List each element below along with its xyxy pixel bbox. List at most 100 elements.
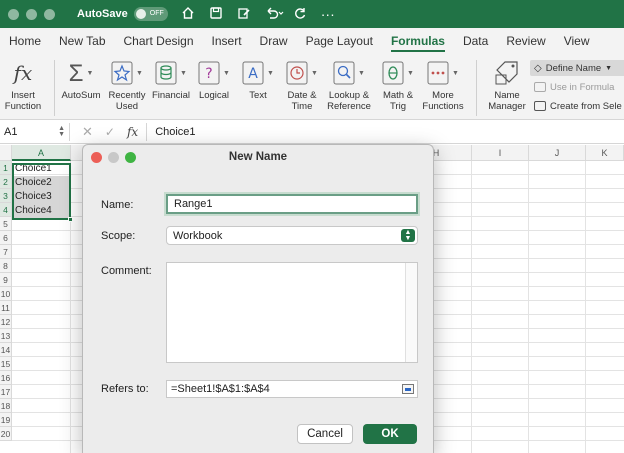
tab-review[interactable]: Review bbox=[497, 28, 554, 54]
insert-function-button[interactable]: fx Insert Function bbox=[2, 58, 44, 113]
tab-view[interactable]: View bbox=[555, 28, 599, 54]
row-header[interactable]: 13 bbox=[0, 329, 12, 343]
lookup-reference-line2: Reference bbox=[327, 101, 371, 112]
text-label: Text bbox=[249, 90, 267, 101]
save-icon[interactable] bbox=[208, 6, 224, 23]
more-icon[interactable]: ··· bbox=[320, 6, 336, 22]
create-from-selection-button[interactable]: Create from Sele bbox=[530, 98, 624, 114]
name-manager-button[interactable]: Name Manager bbox=[484, 58, 530, 112]
sigma-icon: Σ ▼ bbox=[68, 59, 94, 87]
tab-data[interactable]: Data bbox=[454, 28, 497, 54]
row-header[interactable]: 8 bbox=[0, 259, 12, 273]
tab-new-tab[interactable]: New Tab bbox=[50, 28, 114, 54]
row-header[interactable]: 2 bbox=[0, 175, 12, 189]
edit-icon[interactable] bbox=[236, 6, 252, 23]
math-trig-button[interactable]: ▼ Math & Trig bbox=[378, 58, 418, 112]
name-manager-line1: Name bbox=[494, 90, 520, 101]
name-input-value: Range1 bbox=[174, 198, 213, 210]
column-header[interactable]: I bbox=[472, 145, 529, 161]
row-header[interactable]: 9 bbox=[0, 273, 12, 287]
define-name-button[interactable]: ◇ Define Name ▼ bbox=[530, 60, 624, 76]
dialog-minimize-button[interactable] bbox=[108, 152, 119, 163]
undo-icon[interactable] bbox=[264, 6, 284, 23]
minimize-window-button[interactable] bbox=[26, 8, 37, 20]
refers-to-input[interactable]: =Sheet1!$A$1:$A$4 bbox=[166, 380, 418, 398]
scope-select[interactable]: Workbook ▲ ▼ bbox=[166, 226, 418, 245]
row-header[interactable]: 4 bbox=[0, 203, 12, 217]
fx-icon[interactable]: fx bbox=[127, 125, 138, 139]
recently-used-line2: Used bbox=[115, 101, 139, 112]
comment-textarea[interactable] bbox=[166, 262, 418, 363]
refers-to-value: =Sheet1!$A$1:$A$4 bbox=[171, 383, 270, 395]
row-header[interactable]: 19 bbox=[0, 413, 12, 427]
financial-icon: ▼ bbox=[155, 58, 187, 88]
more-functions-button[interactable]: ▼ More Functions bbox=[420, 58, 466, 112]
range-picker-icon[interactable] bbox=[402, 384, 414, 394]
column-gridline bbox=[585, 161, 586, 453]
theta-icon: ▼ bbox=[382, 58, 414, 88]
updown-arrow-icon: ▲ ▼ bbox=[58, 124, 65, 138]
row-header[interactable]: 6 bbox=[0, 231, 12, 245]
formula-input[interactable]: Choice1 bbox=[146, 122, 196, 141]
fill-handle[interactable] bbox=[68, 217, 73, 222]
name-input[interactable]: Range1 bbox=[166, 194, 418, 214]
row-header[interactable]: 12 bbox=[0, 315, 12, 329]
zoom-window-button[interactable] bbox=[44, 8, 55, 20]
column-header[interactable]: A bbox=[12, 145, 71, 161]
confirm-entry-icon[interactable]: ✓ bbox=[105, 125, 115, 139]
dialog-close-button[interactable] bbox=[91, 152, 102, 163]
row-header[interactable]: 1 bbox=[0, 161, 12, 175]
insert-function-line1: Insert bbox=[11, 90, 35, 101]
dialog-window-controls bbox=[91, 152, 136, 163]
tab-page-layout[interactable]: Page Layout bbox=[297, 28, 382, 54]
row-header[interactable]: 18 bbox=[0, 399, 12, 413]
date-time-line1: Date & bbox=[287, 90, 317, 101]
tab-formulas[interactable]: Formulas bbox=[382, 28, 454, 54]
use-in-formula-label: Use in Formula bbox=[550, 81, 615, 93]
column-header[interactable]: K bbox=[586, 145, 624, 161]
cancel-entry-icon[interactable]: ✕ bbox=[82, 124, 93, 140]
row-header[interactable]: 16 bbox=[0, 371, 12, 385]
select-all-corner[interactable] bbox=[0, 145, 12, 161]
dialog-zoom-button[interactable] bbox=[125, 152, 136, 163]
use-in-formula-button[interactable]: Use in Formula bbox=[530, 79, 624, 95]
redo-icon[interactable] bbox=[292, 6, 308, 23]
autosave-label: AutoSave bbox=[77, 8, 128, 20]
row-header[interactable]: 11 bbox=[0, 301, 12, 315]
row-header[interactable]: 7 bbox=[0, 245, 12, 259]
logical-button[interactable]: ? ▼ Logical bbox=[194, 58, 234, 101]
tab-home[interactable]: Home bbox=[0, 28, 50, 54]
home-icon[interactable] bbox=[180, 6, 196, 23]
row-header[interactable]: 15 bbox=[0, 357, 12, 371]
formulas-ribbon: fx Insert Function Σ ▼ AutoSum ▼ Recently… bbox=[0, 54, 624, 120]
row-header[interactable]: 3 bbox=[0, 189, 12, 203]
text-button[interactable]: A ▼ Text bbox=[240, 58, 276, 101]
autosave-toggle[interactable]: OFF bbox=[133, 7, 168, 21]
row-header[interactable]: 5 bbox=[0, 217, 12, 231]
row-header[interactable]: 10 bbox=[0, 287, 12, 301]
tab-draw[interactable]: Draw bbox=[251, 28, 297, 54]
logical-label: Logical bbox=[198, 90, 230, 101]
recently-used-button[interactable]: ▼ Recently Used bbox=[104, 58, 150, 112]
comment-scrollbar[interactable] bbox=[405, 263, 417, 362]
row-header[interactable]: 14 bbox=[0, 343, 12, 357]
new-name-dialog: New Name Name: Range1 Scope: Workbook ▲ ▼… bbox=[82, 144, 434, 453]
row-header[interactable]: 17 bbox=[0, 385, 12, 399]
column-header[interactable]: J bbox=[529, 145, 586, 161]
cancel-button[interactable]: Cancel bbox=[297, 424, 353, 444]
title-bar: AutoSave OFF ··· bbox=[0, 0, 624, 28]
date-time-button[interactable]: ▼ Date & Time bbox=[282, 58, 322, 112]
ok-button[interactable]: OK bbox=[363, 424, 417, 444]
refers-to-label: Refers to: bbox=[101, 383, 149, 395]
column-gridline bbox=[471, 161, 472, 453]
row-header[interactable]: 20 bbox=[0, 427, 12, 441]
dialog-title-bar: New Name bbox=[83, 145, 433, 169]
date-time-line2: Time bbox=[291, 101, 313, 112]
tab-insert[interactable]: Insert bbox=[203, 28, 251, 54]
autosum-button[interactable]: Σ ▼ AutoSum bbox=[58, 58, 104, 101]
name-box[interactable]: A1 ▲ ▼ bbox=[2, 122, 70, 141]
close-window-button[interactable] bbox=[8, 8, 19, 20]
lookup-reference-button[interactable]: ▼ Lookup & Reference bbox=[324, 58, 374, 112]
financial-button[interactable]: ▼ Financial bbox=[150, 58, 192, 101]
tab-chart-design[interactable]: Chart Design bbox=[115, 28, 203, 54]
